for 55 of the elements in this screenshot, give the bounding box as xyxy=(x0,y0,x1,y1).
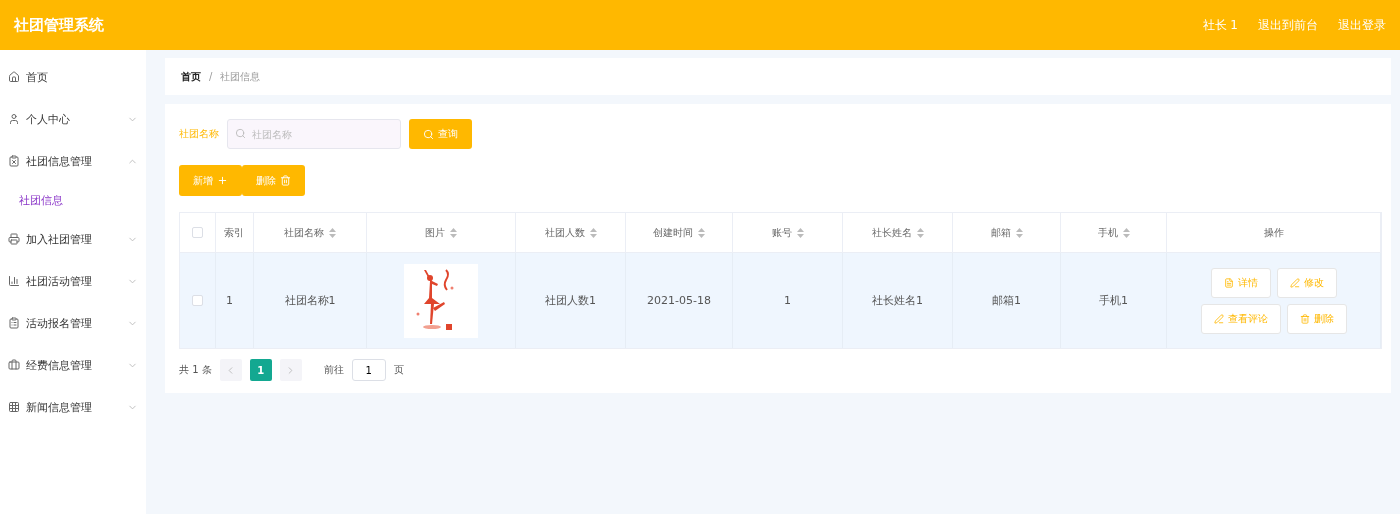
breadcrumb-item[interactable]: 首页 xyxy=(181,69,201,84)
trash-icon xyxy=(1299,313,1310,324)
table-cell: 手机1 xyxy=(1061,253,1167,348)
pen-icon xyxy=(1289,277,1300,288)
sort-icon[interactable] xyxy=(329,227,336,238)
search-field[interactable]: 社团名称 xyxy=(227,119,401,149)
table-cell: 社团名称1 xyxy=(254,253,367,348)
search-icon xyxy=(423,128,434,140)
sort-icon[interactable] xyxy=(589,227,597,238)
page-input[interactable]: 1 xyxy=(351,359,386,381)
sort-icon[interactable] xyxy=(1015,227,1023,238)
sort-icon[interactable] xyxy=(698,227,705,238)
breadcrumb-separator: / xyxy=(209,71,213,82)
table-cell: 社长姓名1 xyxy=(843,253,953,348)
total-count: 共 1 条 xyxy=(179,363,212,377)
prev-page-button[interactable] xyxy=(219,359,242,381)
menu-item[interactable]: 社团信息管理 xyxy=(0,140,146,182)
next-page-button[interactable] xyxy=(279,359,302,381)
user-icon xyxy=(8,113,20,125)
plus-icon xyxy=(217,175,228,186)
menu-item[interactable]: 首页 xyxy=(0,56,146,98)
table-cell: 1 xyxy=(733,253,843,348)
menu-item[interactable]: 社团活动管理 xyxy=(0,260,146,302)
table-cell: 2021-05-18 xyxy=(626,253,733,348)
bar-chart-icon xyxy=(8,275,20,287)
submenu-item[interactable]: 社团信息 xyxy=(0,182,146,218)
menu-item[interactable]: 新闻信息管理 xyxy=(0,386,146,428)
field-label: 社团名称 xyxy=(179,127,219,141)
printer-icon xyxy=(8,233,20,245)
page-unit-label: 页 xyxy=(393,363,404,377)
home-icon xyxy=(8,71,20,83)
checkbox[interactable] xyxy=(192,295,203,306)
grid-icon xyxy=(8,401,20,413)
briefcase-icon xyxy=(8,359,20,371)
list-icon xyxy=(8,317,20,329)
trash-icon xyxy=(280,175,291,186)
goto-label: 前往 xyxy=(323,363,344,377)
sort-icon[interactable] xyxy=(450,227,457,238)
document-icon xyxy=(1223,277,1234,288)
checkbox[interactable] xyxy=(192,227,203,238)
sort-icon[interactable] xyxy=(796,227,804,238)
sort-icon[interactable] xyxy=(916,227,924,238)
menu-item[interactable]: 个人中心 xyxy=(0,98,146,140)
search-icon xyxy=(235,128,246,139)
sort-icon[interactable] xyxy=(1122,227,1130,238)
menu-item[interactable]: 加入社团管理 xyxy=(0,218,146,260)
app-title: 社团管理系统 xyxy=(14,15,104,35)
table-cell: 1 xyxy=(216,253,254,348)
breadcrumb-item: 社团信息 xyxy=(220,69,261,84)
menu-item[interactable]: 经费信息管理 xyxy=(0,344,146,386)
pen-icon xyxy=(1213,313,1224,324)
menu-item[interactable]: 活动报名管理 xyxy=(0,302,146,344)
table-cell: 邮箱1 xyxy=(953,253,1061,348)
table-cell: 社团人数1 xyxy=(516,253,626,348)
clipboard-icon xyxy=(8,155,20,167)
